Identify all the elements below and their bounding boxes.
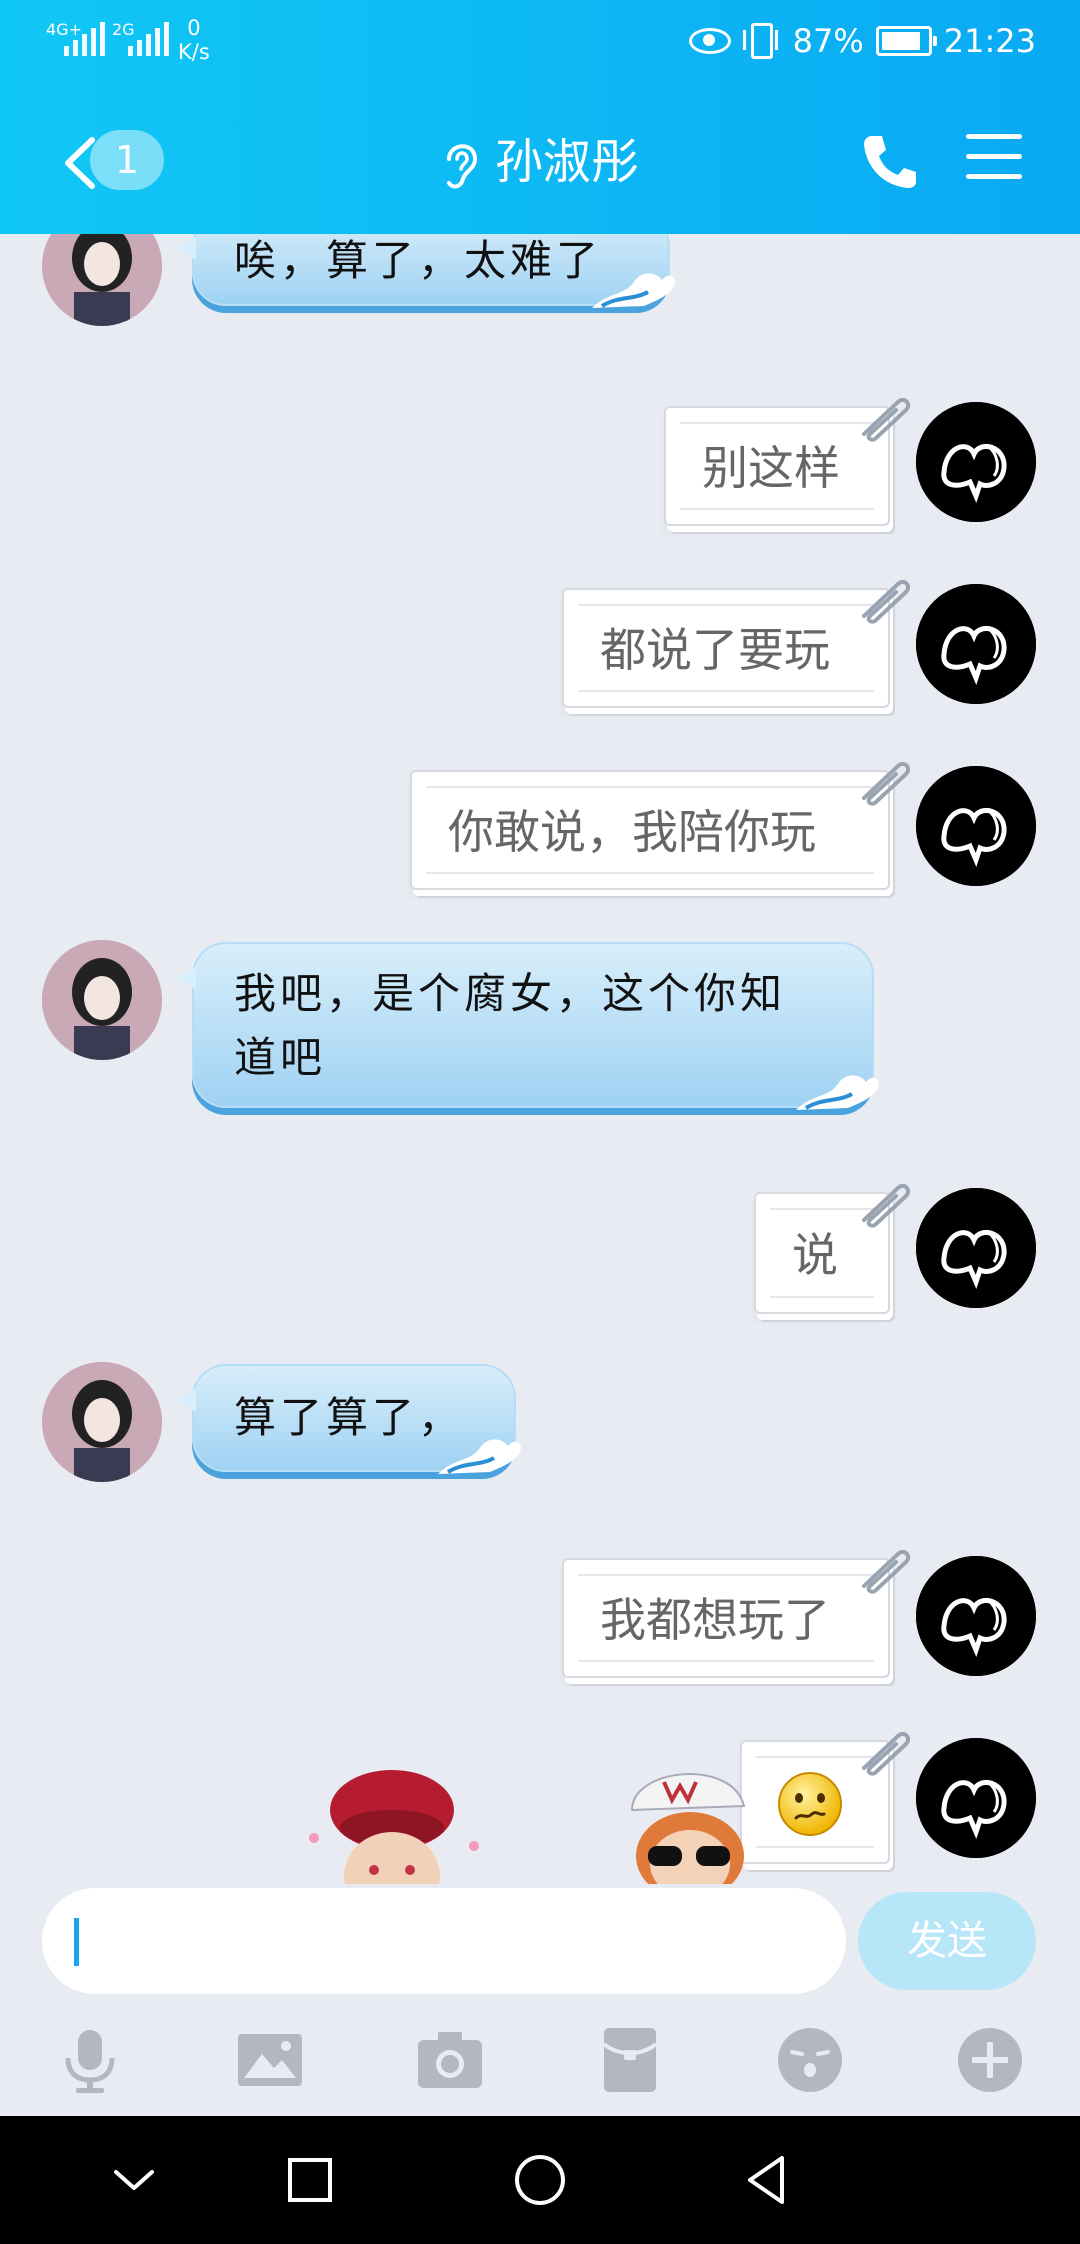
paperclip-icon bbox=[862, 397, 911, 442]
message-text: 说 bbox=[792, 1228, 838, 1282]
cartoon-girl-decoration bbox=[309, 1770, 479, 1884]
back-triangle-icon[interactable] bbox=[736, 2148, 800, 2212]
paperclip-icon bbox=[862, 579, 911, 624]
message-list[interactable]: 唉，算了，太难了 别这样 都说了要玩 你敢说，我陪你玩 我吧，是个腐女，这个你知… bbox=[0, 234, 1080, 1884]
confused-face-icon bbox=[778, 1772, 842, 1836]
outgoing-bubble[interactable]: 说 bbox=[754, 1183, 911, 1314]
paperclip-icon bbox=[862, 1731, 911, 1776]
outgoing-bubble[interactable]: 我都想玩了 bbox=[562, 1549, 911, 1678]
vibrate-icon bbox=[742, 23, 778, 59]
contact-avatar[interactable] bbox=[42, 234, 162, 326]
chevron-down-icon[interactable] bbox=[102, 2148, 166, 2212]
clock: 21:23 bbox=[943, 22, 1036, 60]
chat-header: 1 孙淑彤 bbox=[0, 86, 1080, 234]
sticker-icon[interactable] bbox=[774, 2024, 846, 2096]
input-toolbar bbox=[0, 2012, 1080, 2112]
incoming-bubble[interactable]: 唉，算了，太难了 bbox=[176, 234, 675, 308]
network-speed: 0 K/s bbox=[178, 16, 210, 64]
text-caret bbox=[74, 1918, 79, 1966]
outgoing-bubble[interactable]: 别这样 bbox=[664, 397, 911, 526]
message-input[interactable] bbox=[42, 1888, 846, 1994]
paperclip-icon bbox=[862, 1183, 911, 1228]
plus-icon[interactable] bbox=[954, 2024, 1026, 2096]
send-button[interactable]: 发送 bbox=[858, 1892, 1036, 1990]
message-text-line2: 道吧 bbox=[234, 1033, 327, 1082]
microphone-icon[interactable] bbox=[54, 2024, 126, 2096]
top-bar: 4G+ 2G 0 K/s 87% 21:23 1 孙淑彤 bbox=[0, 0, 1080, 234]
message-text: 唉，算了，太难了 bbox=[234, 236, 603, 285]
chat-title: 孙淑彤 bbox=[494, 134, 639, 190]
outgoing-emoji-bubble[interactable] bbox=[740, 1731, 911, 1864]
paperclip-icon bbox=[862, 761, 911, 806]
wave-decoration-icon bbox=[592, 273, 675, 308]
menu-icon[interactable] bbox=[966, 134, 1022, 190]
wave-decoration-icon bbox=[438, 1439, 521, 1474]
contact-avatar[interactable] bbox=[42, 940, 162, 1060]
contact-avatar[interactable] bbox=[42, 1362, 162, 1482]
composer: 发送 bbox=[0, 1884, 1080, 2116]
my-avatar[interactable] bbox=[916, 402, 1036, 522]
image-icon[interactable] bbox=[234, 2024, 306, 2096]
my-avatar[interactable] bbox=[916, 1188, 1036, 1308]
status-right: 87% 21:23 bbox=[688, 22, 1036, 60]
signal-bars-2-icon bbox=[128, 22, 169, 56]
status-bar: 4G+ 2G 0 K/s 87% 21:23 bbox=[0, 0, 1080, 86]
message-text: 你敢说，我陪你玩 bbox=[448, 805, 816, 859]
my-avatar[interactable] bbox=[916, 1738, 1036, 1858]
battery-percent: 87% bbox=[792, 22, 864, 60]
outgoing-bubble[interactable]: 你敢说，我陪你玩 bbox=[410, 761, 911, 890]
message-text: 都说了要玩 bbox=[600, 623, 830, 677]
signal-bars-1-icon bbox=[64, 22, 105, 56]
my-avatar[interactable] bbox=[916, 1556, 1036, 1676]
incoming-bubble[interactable]: 算了算了， bbox=[176, 1364, 521, 1474]
message-text-line1: 我吧，是个腐女，这个你知 bbox=[234, 969, 787, 1018]
system-nav-bar bbox=[0, 2116, 1080, 2244]
phone-call-icon[interactable] bbox=[858, 130, 922, 194]
my-avatar[interactable] bbox=[916, 584, 1036, 704]
wave-decoration-icon bbox=[796, 1075, 879, 1110]
my-avatar[interactable] bbox=[916, 766, 1036, 886]
battery-icon bbox=[875, 26, 937, 56]
ear-icon bbox=[446, 144, 477, 189]
eye-comfort-icon bbox=[688, 28, 731, 54]
camera-icon[interactable] bbox=[414, 2024, 486, 2096]
message-text: 我都想玩了 bbox=[600, 1593, 830, 1647]
cartoon-boy-decoration bbox=[630, 1773, 746, 1884]
recent-apps-icon[interactable] bbox=[278, 2148, 342, 2212]
paperclip-icon bbox=[862, 1549, 911, 1594]
red-packet-icon[interactable] bbox=[594, 2024, 666, 2096]
outgoing-bubble[interactable]: 都说了要玩 bbox=[562, 579, 911, 708]
message-text: 别这样 bbox=[702, 441, 840, 495]
home-icon[interactable] bbox=[508, 2148, 572, 2212]
incoming-bubble[interactable]: 我吧，是个腐女，这个你知 道吧 bbox=[176, 942, 879, 1110]
